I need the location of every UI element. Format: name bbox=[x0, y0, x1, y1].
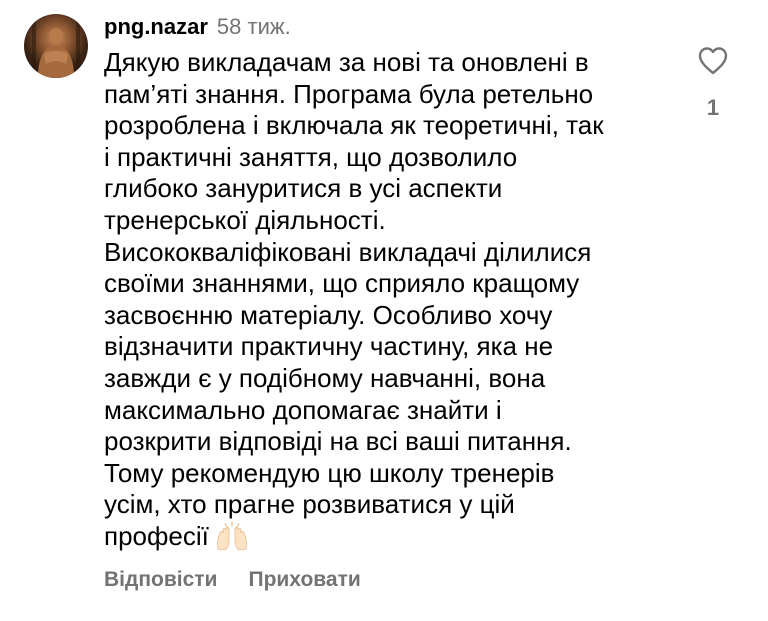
comment-text-line: засвоєнню матеріалу. Особливо хочу bbox=[104, 299, 553, 330]
comment-text-line: завжди є у подібному навчанні, вона bbox=[104, 362, 546, 393]
hide-button[interactable]: Приховати bbox=[248, 568, 360, 592]
raising-hands-emoji bbox=[215, 521, 249, 559]
comment-text-line: Тому рекомендую цю школу тренерів bbox=[104, 457, 555, 488]
reply-button[interactable]: Відповісти bbox=[104, 568, 217, 592]
timestamp: 58 тиж. bbox=[216, 14, 291, 39]
comment-text: Дякую викладачам за нові та оновлені в п… bbox=[104, 47, 664, 559]
like-button[interactable] bbox=[696, 44, 730, 78]
comment-text-last-line: професії bbox=[104, 521, 664, 559]
comment-text-line: Дякую викладачам за нові та оновлені в bbox=[104, 47, 589, 77]
comment-text-line: професії bbox=[104, 520, 209, 551]
comment: png.nazar 58 тиж. Дякую викладачам за но… bbox=[0, 0, 768, 621]
comment-text-line: розкрити відповіді на всі ваші питання. bbox=[104, 426, 572, 457]
heart-outline-icon bbox=[698, 47, 728, 75]
avatar-image bbox=[32, 14, 80, 78]
comment-text-line: відзначити практичну частину, яка не bbox=[104, 331, 554, 362]
like-count: 1 bbox=[706, 95, 720, 120]
comment-text-line: усім, хто прагне розвиватися у цій bbox=[104, 489, 515, 520]
comment-text-line: розроблена і включала як теоретичні, так bbox=[104, 110, 604, 141]
comment-text-line: глибоко зануритися в усі аспекти bbox=[104, 173, 503, 204]
comment-text-line: тренерської діяльності. bbox=[104, 204, 386, 235]
comment-text-line: своїми знаннями, що сприяло кращому bbox=[104, 268, 580, 299]
avatar[interactable] bbox=[24, 14, 88, 78]
comment-header: png.nazar 58 тиж. bbox=[104, 14, 291, 44]
comment-text-line: і практичні заняття, що дозволило bbox=[104, 141, 518, 172]
comment-text-line: пам’яті знання. Програма була ретельно bbox=[104, 78, 594, 109]
comment-text-line: Висококваліфіковані викладачі ділилися bbox=[104, 236, 592, 267]
username[interactable]: png.nazar bbox=[104, 14, 208, 40]
comment-actions: Відповісти Приховати bbox=[104, 568, 361, 592]
comment-text-line: максимально допомагає знайти і bbox=[104, 394, 502, 425]
